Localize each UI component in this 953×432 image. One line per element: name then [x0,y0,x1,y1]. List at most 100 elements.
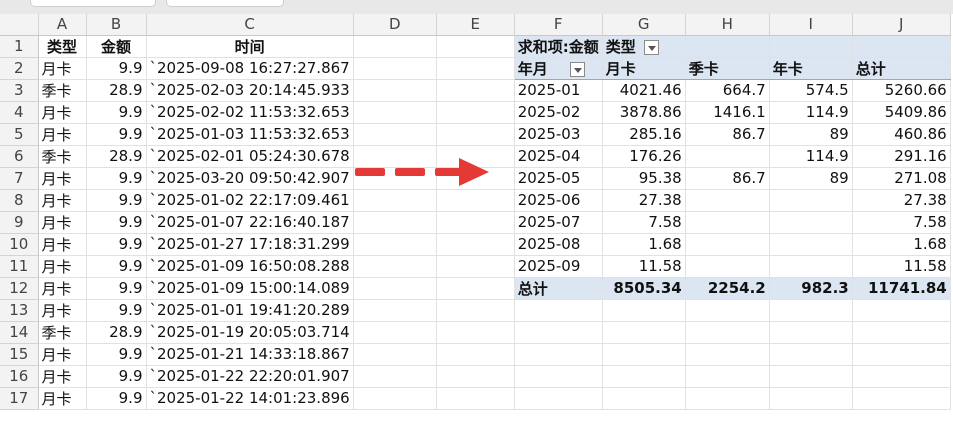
pivot-value-cell[interactable]: 3878.86 [602,101,686,124]
row-header[interactable]: 16 [0,365,39,388]
empty-cell[interactable] [436,343,515,366]
column-header-B[interactable]: B [86,14,147,36]
empty-cell[interactable] [852,343,951,366]
pivot-value-cell[interactable]: 86.7 [685,123,770,146]
type-cell[interactable]: 月卡 [38,189,87,212]
time-cell[interactable]: `2025-01-01 19:41:20.289 [146,299,354,322]
time-cell[interactable]: `2025-01-22 22:20:01.907 [146,365,354,388]
empty-cell[interactable] [436,35,515,58]
amount-cell[interactable]: 9.9 [86,57,147,80]
amount-cell[interactable]: 9.9 [86,189,147,212]
time-cell[interactable]: `2025-02-03 20:14:45.933 [146,79,354,102]
column-header-G[interactable]: G [602,14,686,36]
row-header[interactable]: 14 [0,321,39,344]
empty-cell[interactable] [353,35,437,58]
empty-cell[interactable] [685,299,770,322]
type-cell[interactable]: 月卡 [38,57,87,80]
pivot-row-label[interactable]: 2025-01 [514,79,603,102]
pivot-value-cell[interactable]: 89 [769,167,853,190]
pivot-total-label[interactable]: 总计 [514,276,603,300]
pivot-value-cell[interactable]: 574.5 [769,79,853,102]
empty-cell[interactable] [353,79,437,102]
pivot-value-cell[interactable] [685,211,770,234]
pivot-col-field[interactable]: 类型 [602,35,686,58]
column-header-A[interactable]: A [38,14,87,36]
empty-cell[interactable] [353,365,437,388]
pivot-value-cell[interactable]: 5409.86 [852,101,951,124]
pivot-value-cell[interactable] [685,233,770,256]
column-header-H[interactable]: H [685,14,770,36]
empty-cell[interactable] [436,387,515,410]
pivot-value-cell[interactable]: 95.38 [602,167,686,190]
pivot-value-cell[interactable]: 7.58 [602,211,686,234]
type-cell[interactable]: 月卡 [38,255,87,278]
time-cell[interactable]: `2025-01-02 22:17:09.461 [146,189,354,212]
empty-cell[interactable] [436,211,515,234]
amount-cell[interactable]: 9.9 [86,211,147,234]
empty-cell[interactable] [353,101,437,124]
pivot-value-cell[interactable]: 7.58 [852,211,951,234]
column-header-C[interactable]: C [146,14,354,36]
pivot-value-cell[interactable]: 5260.66 [852,79,951,102]
empty-cell[interactable] [514,299,603,322]
empty-cell[interactable] [514,365,603,388]
empty-cell[interactable] [514,387,603,410]
empty-cell[interactable] [852,299,951,322]
empty-cell[interactable] [436,189,515,212]
pivot-total-cell[interactable]: 11741.84 [852,276,951,300]
pivot-value-cell[interactable]: 1416.1 [685,101,770,124]
amount-cell[interactable]: 9.9 [86,277,147,300]
time-cell[interactable]: `2025-01-03 11:53:32.653 [146,123,354,146]
amount-cell[interactable]: 9.9 [86,101,147,124]
empty-cell[interactable] [353,299,437,322]
row-header[interactable]: 5 [0,123,39,146]
empty-cell[interactable] [602,343,686,366]
empty-cell[interactable] [436,365,515,388]
sheet-tab[interactable] [166,0,284,7]
pivot-value-cell[interactable]: 4021.46 [602,79,686,102]
pivot-value-cell[interactable]: 114.9 [769,145,853,168]
empty-cell[interactable] [602,365,686,388]
pivot-value-cell[interactable] [769,233,853,256]
time-cell[interactable]: `2025-02-02 11:53:32.653 [146,101,354,124]
column-header-I[interactable]: I [769,14,853,36]
time-cell[interactable]: `2025-01-21 14:33:18.867 [146,343,354,366]
type-cell[interactable]: 季卡 [38,321,87,344]
pivot-value-cell[interactable]: 1.68 [602,233,686,256]
pivot-value-cell[interactable] [685,145,770,168]
source-header-cell[interactable]: 金额 [86,35,147,58]
empty-cell[interactable] [514,321,603,344]
pivot-value-cell[interactable] [769,211,853,234]
empty-cell[interactable] [353,189,437,212]
pivot-row-label[interactable]: 2025-08 [514,233,603,256]
pivot-value-cell[interactable] [769,189,853,212]
pivot-value-cell[interactable] [685,189,770,212]
pivot-value-cell[interactable]: 11.58 [602,255,686,278]
column-header-F[interactable]: F [514,14,603,36]
amount-cell[interactable]: 9.9 [86,167,147,190]
row-header[interactable]: 2 [0,57,39,80]
amount-cell[interactable]: 28.9 [86,145,147,168]
pivot-total-cell[interactable]: 8505.34 [602,276,686,300]
amount-cell[interactable]: 28.9 [86,321,147,344]
empty-cell[interactable] [353,321,437,344]
time-cell[interactable]: `2025-01-22 14:01:23.896 [146,387,354,410]
empty-cell[interactable] [602,299,686,322]
row-header[interactable]: 11 [0,255,39,278]
time-cell[interactable]: `2025-09-08 16:27:27.867 [146,57,354,80]
pivot-row-label[interactable]: 2025-09 [514,255,603,278]
select-all-corner[interactable] [0,14,39,36]
column-header-J[interactable]: J [852,14,951,36]
amount-cell[interactable]: 9.9 [86,233,147,256]
type-cell[interactable]: 季卡 [38,145,87,168]
pivot-value-cell[interactable]: 1.68 [852,233,951,256]
type-cell[interactable]: 月卡 [38,167,87,190]
type-cell[interactable]: 月卡 [38,387,87,410]
type-cell[interactable]: 月卡 [38,343,87,366]
pivot-row-label[interactable]: 2025-06 [514,189,603,212]
empty-cell[interactable] [852,365,951,388]
empty-cell[interactable] [436,123,515,146]
empty-cell[interactable] [436,321,515,344]
pivot-row-label[interactable]: 2025-05 [514,167,603,190]
pivot-col-header[interactable]: 月卡 [602,57,686,80]
